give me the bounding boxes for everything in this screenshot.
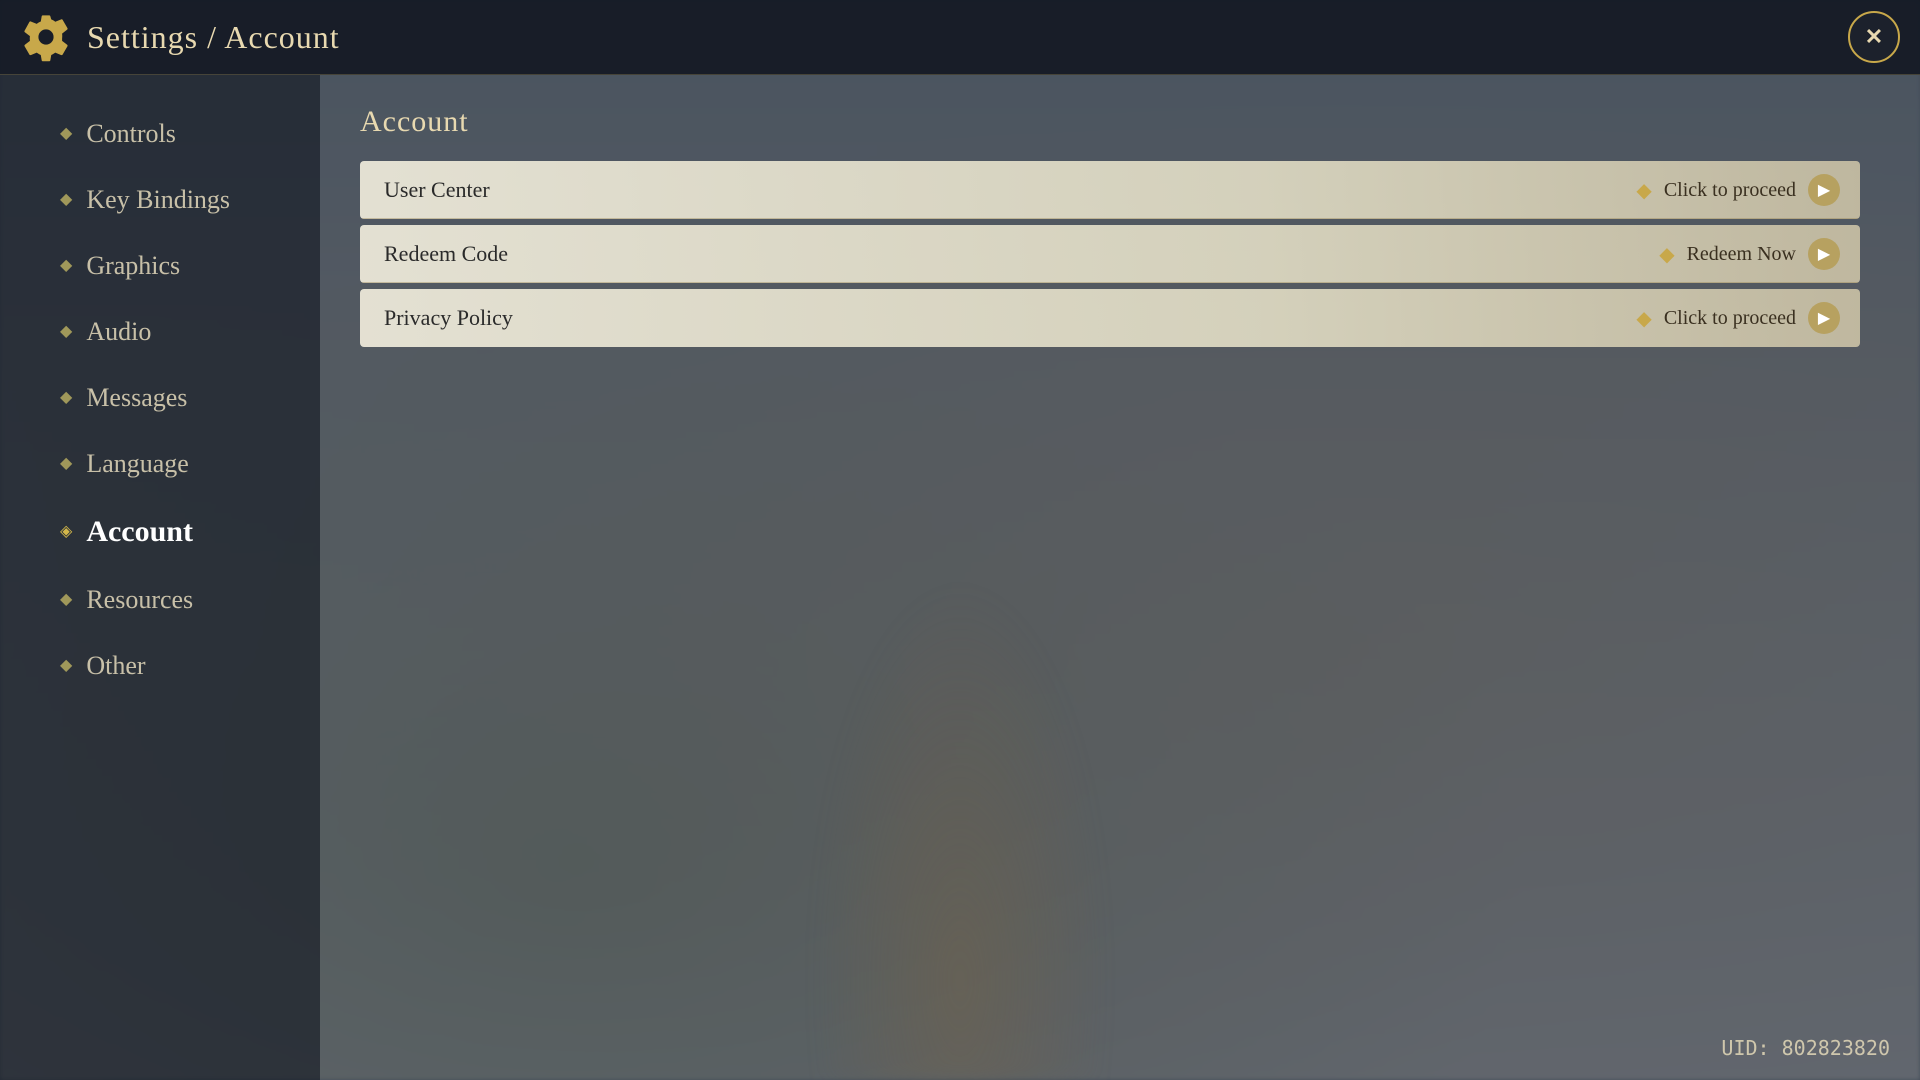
sidebar-item-language[interactable]: ◆ Language xyxy=(60,435,320,493)
privacy-policy-label: Privacy Policy xyxy=(384,305,513,331)
header-title: Settings / Account xyxy=(87,19,340,56)
diamond-icon-privacy: ◆ xyxy=(1636,306,1651,331)
sidebar-item-label-key-bindings: Key Bindings xyxy=(86,185,230,215)
redeem-code-right: ◆ Redeem Now ▶ xyxy=(1659,238,1840,270)
sidebar-item-label-messages: Messages xyxy=(86,383,187,413)
header: Settings / Account ✕ xyxy=(0,0,1920,75)
sidebar-item-controls[interactable]: ◆ Controls xyxy=(60,105,320,163)
uid-display: UID: 802823820 xyxy=(1721,1036,1890,1060)
header-left: Settings / Account xyxy=(20,11,340,63)
sidebar-item-label-controls: Controls xyxy=(86,119,176,149)
user-center-label: User Center xyxy=(384,177,490,203)
sidebar-item-other[interactable]: ◆ Other xyxy=(60,637,320,695)
privacy-policy-action-text: Click to proceed xyxy=(1664,307,1796,330)
sidebar-item-messages[interactable]: ◆ Messages xyxy=(60,369,320,427)
sidebar-item-audio[interactable]: ◆ Audio xyxy=(60,303,320,361)
sidebar-item-account[interactable]: ◈ Account xyxy=(60,501,320,563)
redeem-code-action-text: Redeem Now xyxy=(1687,243,1796,266)
user-center-action-text: Click to proceed xyxy=(1664,179,1796,202)
bullet-icon-key-bindings: ◆ xyxy=(60,192,72,208)
sidebar-item-label-graphics: Graphics xyxy=(86,251,180,281)
arrow-icon-privacy: ▶ xyxy=(1808,302,1840,334)
bullet-icon-messages: ◆ xyxy=(60,390,72,406)
gear-icon xyxy=(20,11,72,63)
sidebar: ◆ Controls ◆ Key Bindings ◆ Graphics ◆ A… xyxy=(0,75,320,1080)
privacy-policy-right: ◆ Click to proceed ▶ xyxy=(1636,302,1840,334)
sidebar-item-resources[interactable]: ◆ Resources xyxy=(60,571,320,629)
redeem-code-label: Redeem Code xyxy=(384,241,508,267)
bullet-icon-account: ◈ xyxy=(60,524,72,540)
row-divider-user-center xyxy=(360,218,1860,219)
diamond-icon-redeem: ◆ xyxy=(1659,242,1674,267)
section-title: Account xyxy=(360,105,1860,139)
main-content: ◆ Controls ◆ Key Bindings ◆ Graphics ◆ A… xyxy=(0,75,1920,1080)
row-divider-redeem xyxy=(360,282,1860,283)
bullet-icon-graphics: ◆ xyxy=(60,258,72,274)
bullet-icon-controls: ◆ xyxy=(60,126,72,142)
sidebar-item-label-language: Language xyxy=(86,449,189,479)
privacy-policy-row[interactable]: Privacy Policy ◆ Click to proceed ▶ xyxy=(360,289,1860,347)
arrow-icon-user-center: ▶ xyxy=(1808,174,1840,206)
sidebar-item-label-account: Account xyxy=(86,515,193,549)
user-center-row[interactable]: User Center ◆ Click to proceed ▶ xyxy=(360,161,1860,219)
sidebar-item-label-other: Other xyxy=(86,651,145,681)
right-content: Account User Center ◆ Click to proceed ▶… xyxy=(320,75,1920,1080)
sidebar-item-graphics[interactable]: ◆ Graphics xyxy=(60,237,320,295)
arrow-icon-redeem: ▶ xyxy=(1808,238,1840,270)
diamond-icon-user-center: ◆ xyxy=(1636,178,1651,203)
bullet-icon-audio: ◆ xyxy=(60,324,72,340)
redeem-code-row[interactable]: Redeem Code ◆ Redeem Now ▶ xyxy=(360,225,1860,283)
bullet-icon-resources: ◆ xyxy=(60,592,72,608)
user-center-right: ◆ Click to proceed ▶ xyxy=(1636,174,1840,206)
sidebar-item-label-resources: Resources xyxy=(86,585,193,615)
bullet-icon-language: ◆ xyxy=(60,456,72,472)
sidebar-item-label-audio: Audio xyxy=(86,317,151,347)
bullet-icon-other: ◆ xyxy=(60,658,72,674)
sidebar-item-key-bindings[interactable]: ◆ Key Bindings xyxy=(60,171,320,229)
close-button[interactable]: ✕ xyxy=(1848,11,1900,63)
